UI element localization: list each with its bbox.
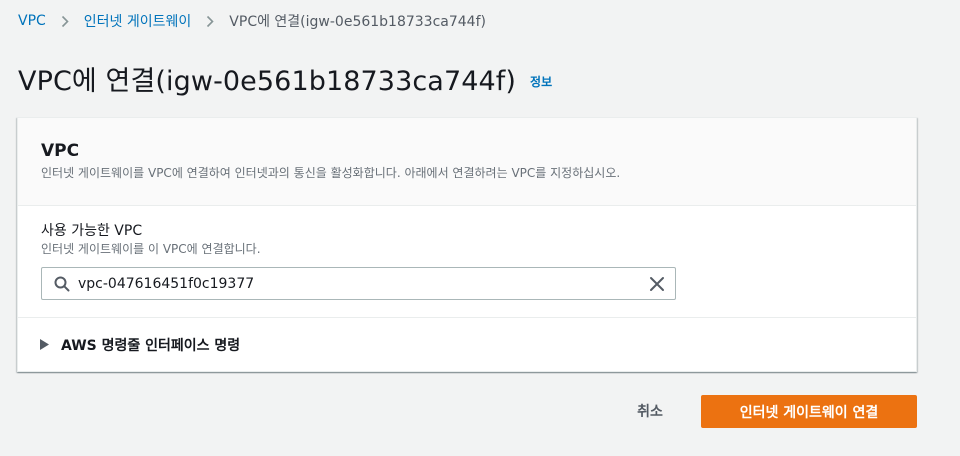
breadcrumb-current: VPC에 연결(igw-0e561b18733ca744f) [229, 14, 486, 30]
vpc-search-field[interactable] [41, 267, 676, 300]
page-header: VPC에 연결(igw-0e561b18733ca744f) 정보 [18, 56, 552, 100]
panel-header: VPC 인터넷 게이트웨이를 VPC에 연결하여 인터넷과의 통신을 활성화합니… [18, 118, 916, 206]
panel-description: 인터넷 게이트웨이를 VPC에 연결하여 인터넷과의 통신을 활성화합니다. 아… [41, 166, 621, 180]
vpc-panel: VPC 인터넷 게이트웨이를 VPC에 연결하여 인터넷과의 통신을 활성화합니… [17, 117, 917, 372]
breadcrumb-vpc-link[interactable]: VPC [18, 13, 46, 29]
chevron-right-icon [206, 15, 214, 28]
cancel-button[interactable]: 취소 [620, 395, 680, 427]
vpc-search-input[interactable] [78, 275, 649, 292]
info-link[interactable]: 정보 [530, 73, 552, 90]
cli-command-label: AWS 명령줄 인터페이스 명령 [61, 337, 241, 354]
cli-command-expander[interactable]: AWS 명령줄 인터페이스 명령 [18, 318, 916, 371]
available-vpc-description: 인터넷 게이트웨이를 이 VPC에 연결합니다. [41, 242, 261, 256]
close-icon[interactable] [649, 276, 665, 292]
panel-body: 사용 가능한 VPC 인터넷 게이트웨이를 이 VPC에 연결합니다. [18, 206, 916, 318]
page-title: VPC에 연결(igw-0e561b18733ca744f) [18, 65, 517, 97]
panel-title: VPC [41, 141, 80, 161]
breadcrumb: VPC 인터넷 게이트웨이 VPC에 연결(igw-0e561b18733ca7… [18, 10, 486, 32]
breadcrumb-igw-link[interactable]: 인터넷 게이트웨이 [84, 11, 192, 31]
available-vpc-label: 사용 가능한 VPC [41, 223, 143, 239]
attach-igw-button[interactable]: 인터넷 게이트웨이 연결 [701, 395, 917, 428]
search-icon [54, 276, 70, 292]
chevron-right-icon [61, 15, 69, 28]
caret-right-icon [40, 339, 49, 350]
